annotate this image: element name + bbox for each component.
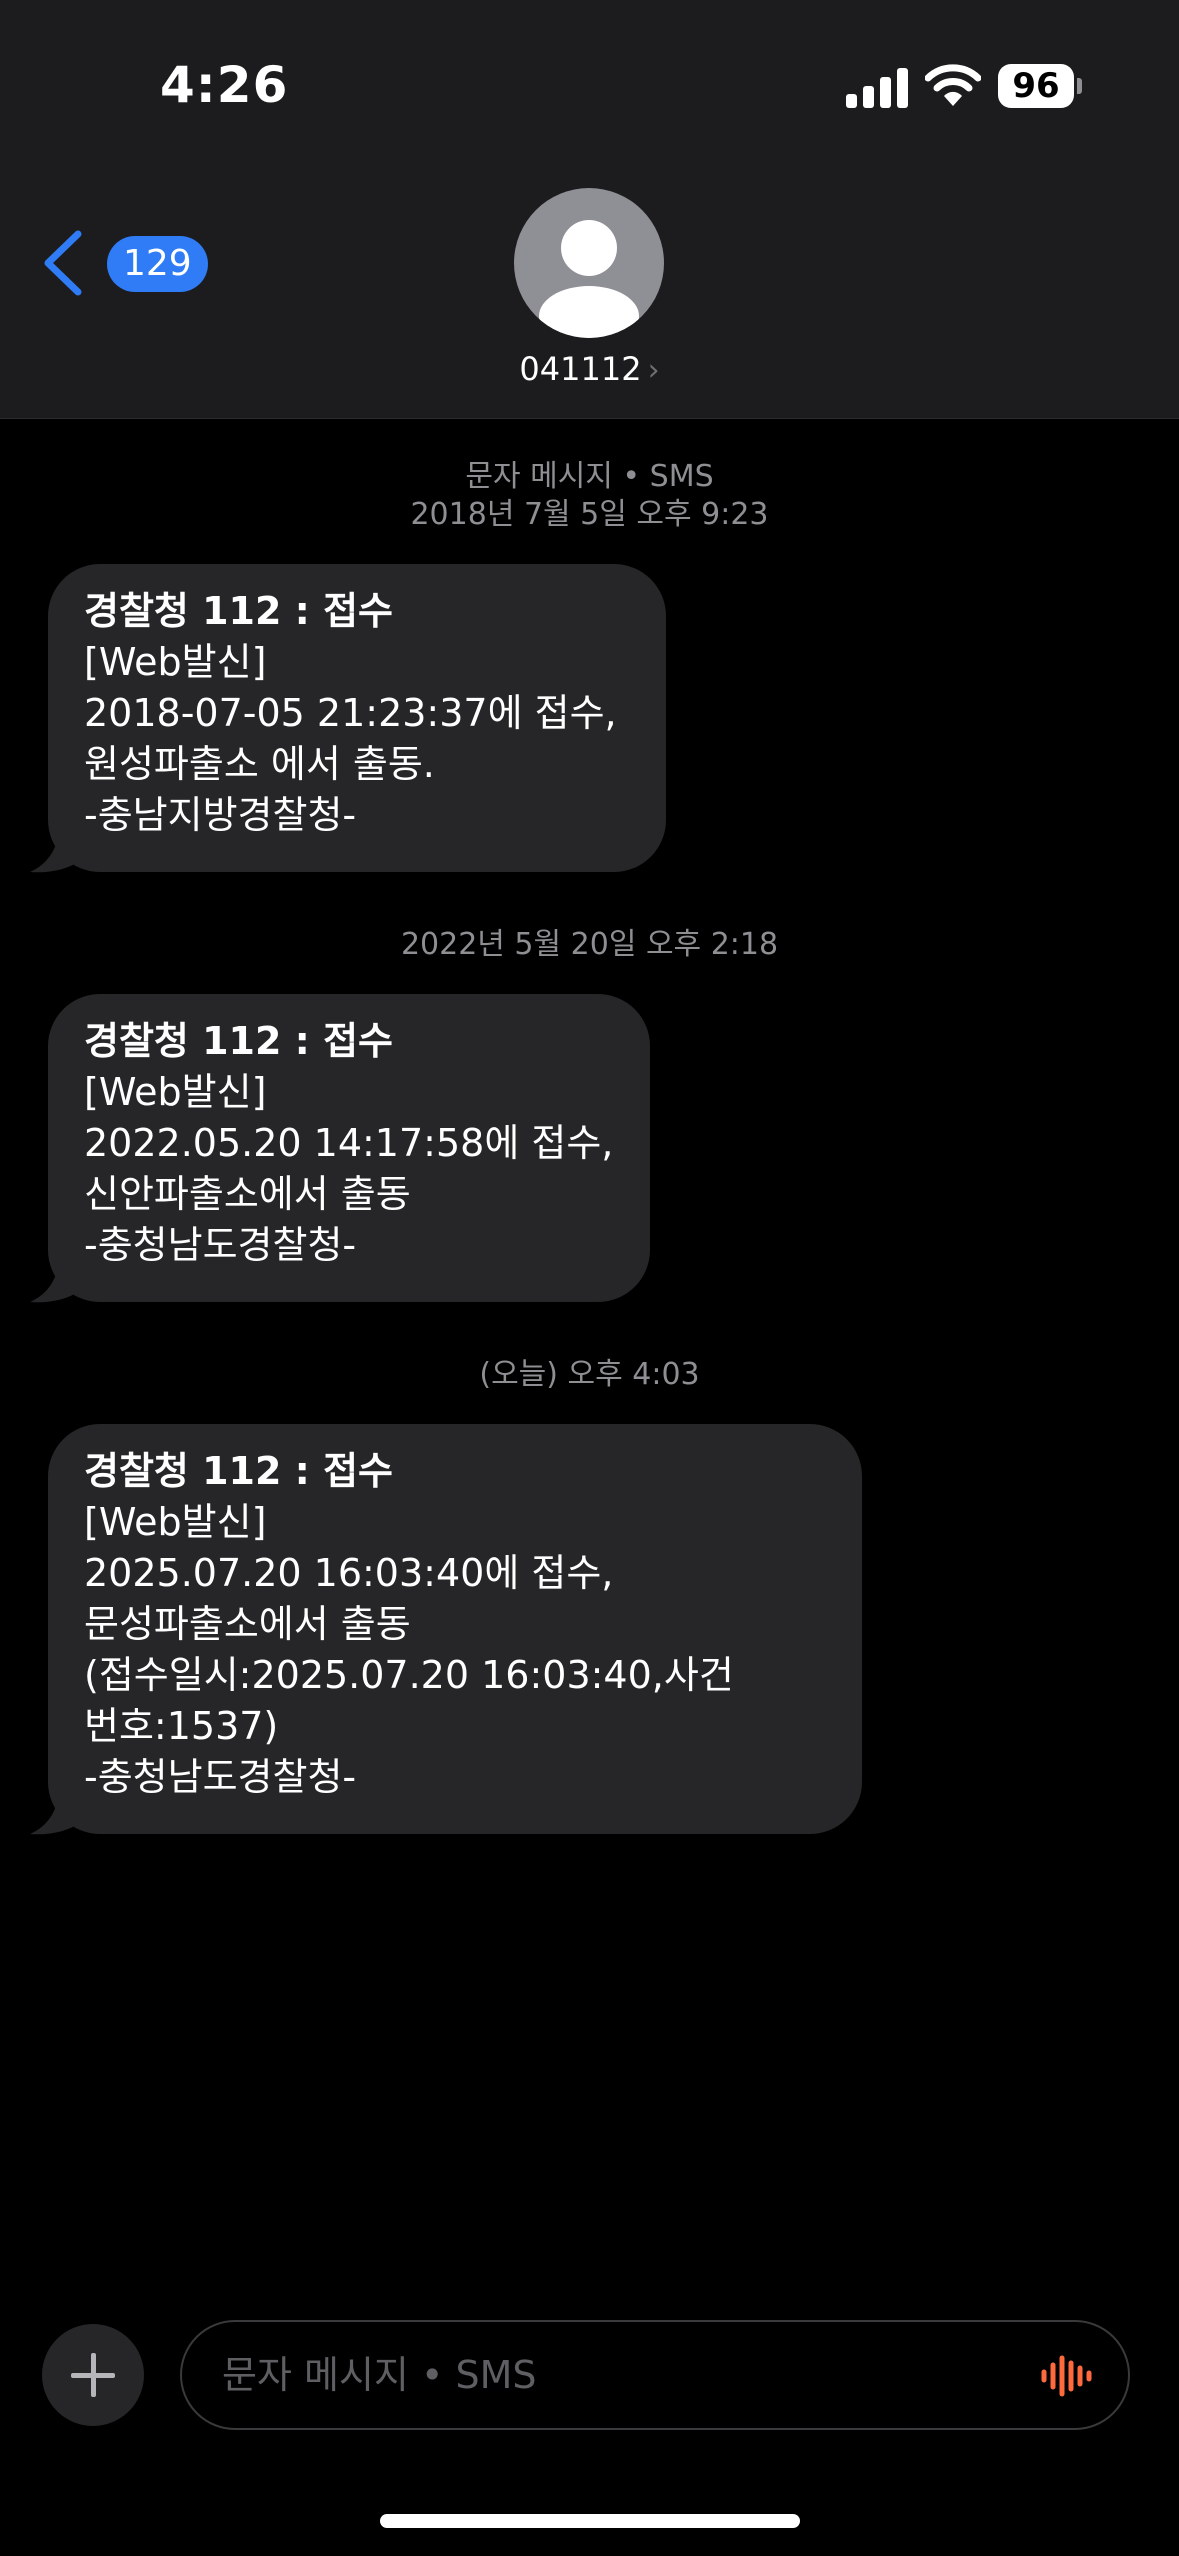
- message-date: (오늘) 오후 4:03: [479, 1357, 700, 1392]
- battery-icon: 96: [998, 64, 1074, 108]
- message-line: -충청남도경찰청-: [84, 1755, 357, 1799]
- chevron-left-icon: [44, 230, 82, 296]
- message-line: 번호:1537): [84, 1704, 279, 1748]
- message-timestamp: 2022년 5월 20일 오후 2:18: [0, 926, 1179, 964]
- wifi-icon: [925, 64, 981, 106]
- chevron-right-icon: ›: [647, 353, 660, 388]
- message-line: 문성파출소에서 출동: [84, 1602, 411, 1646]
- contact-name-row[interactable]: 041112 ›: [0, 350, 1179, 388]
- avatar[interactable]: [514, 188, 664, 338]
- message-bubble[interactable]: 경찰청 112 : 접수 [Web발신] 2022.05.20 14:17:58…: [48, 994, 650, 1302]
- message-line: 경찰청 112 : 접수: [84, 1019, 394, 1063]
- message-line: -충청남도경찰청-: [84, 1223, 357, 1267]
- message-line: [Web발신]: [84, 1500, 267, 1544]
- message-line: [Web발신]: [84, 1070, 267, 1114]
- message-line: (접수일시:2025.07.20 16:03:40,사건: [84, 1653, 734, 1697]
- back-button[interactable]: 129: [40, 224, 210, 304]
- message-service-label: 문자 메시지 • SMS: [465, 459, 714, 494]
- message-bubble[interactable]: 경찰청 112 : 접수 [Web발신] 2025.07.20 16:03:40…: [48, 1424, 862, 1834]
- message-line: 원성파출소 에서 출동.: [84, 742, 435, 786]
- cellular-signal-icon: [846, 66, 908, 108]
- home-indicator[interactable]: [380, 2514, 800, 2528]
- message-input[interactable]: 문자 메시지 • SMS: [180, 2320, 1130, 2430]
- waveform-icon[interactable]: [1040, 2354, 1096, 2398]
- person-icon: [539, 220, 639, 338]
- message-line: 신안파출소에서 출동: [84, 1172, 411, 1216]
- message-timestamp: (오늘) 오후 4:03: [0, 1356, 1179, 1394]
- message-date: 2018년 7월 5일 오후 9:23: [410, 497, 769, 532]
- message-date: 2022년 5월 20일 오후 2:18: [400, 927, 779, 962]
- message-input-placeholder: 문자 메시지 • SMS: [222, 2353, 537, 2397]
- conversation-header: 129 041112 ›: [0, 170, 1179, 419]
- message-line: 경찰청 112 : 접수: [84, 1449, 394, 1493]
- status-time: 4:26: [160, 56, 289, 114]
- status-bar: 4:26 96: [0, 0, 1179, 170]
- add-attachment-button[interactable]: [42, 2324, 144, 2426]
- message-timestamp: 문자 메시지 • SMS 2018년 7월 5일 오후 9:23: [0, 458, 1179, 534]
- message-line: 2025.07.20 16:03:40에 접수,: [84, 1551, 614, 1595]
- contact-name: 041112: [519, 350, 642, 388]
- message-line: 2018-07-05 21:23:37에 접수,: [84, 691, 617, 735]
- message-line: 경찰청 112 : 접수: [84, 589, 394, 633]
- battery-nub: [1077, 78, 1082, 94]
- message-line: [Web발신]: [84, 640, 267, 684]
- unread-count-badge: 129: [107, 236, 208, 292]
- message-line: 2022.05.20 14:17:58에 접수,: [84, 1121, 614, 1165]
- message-bubble[interactable]: 경찰청 112 : 접수 [Web발신] 2018-07-05 21:23:37…: [48, 564, 666, 872]
- message-line: -충남지방경찰청-: [84, 793, 357, 837]
